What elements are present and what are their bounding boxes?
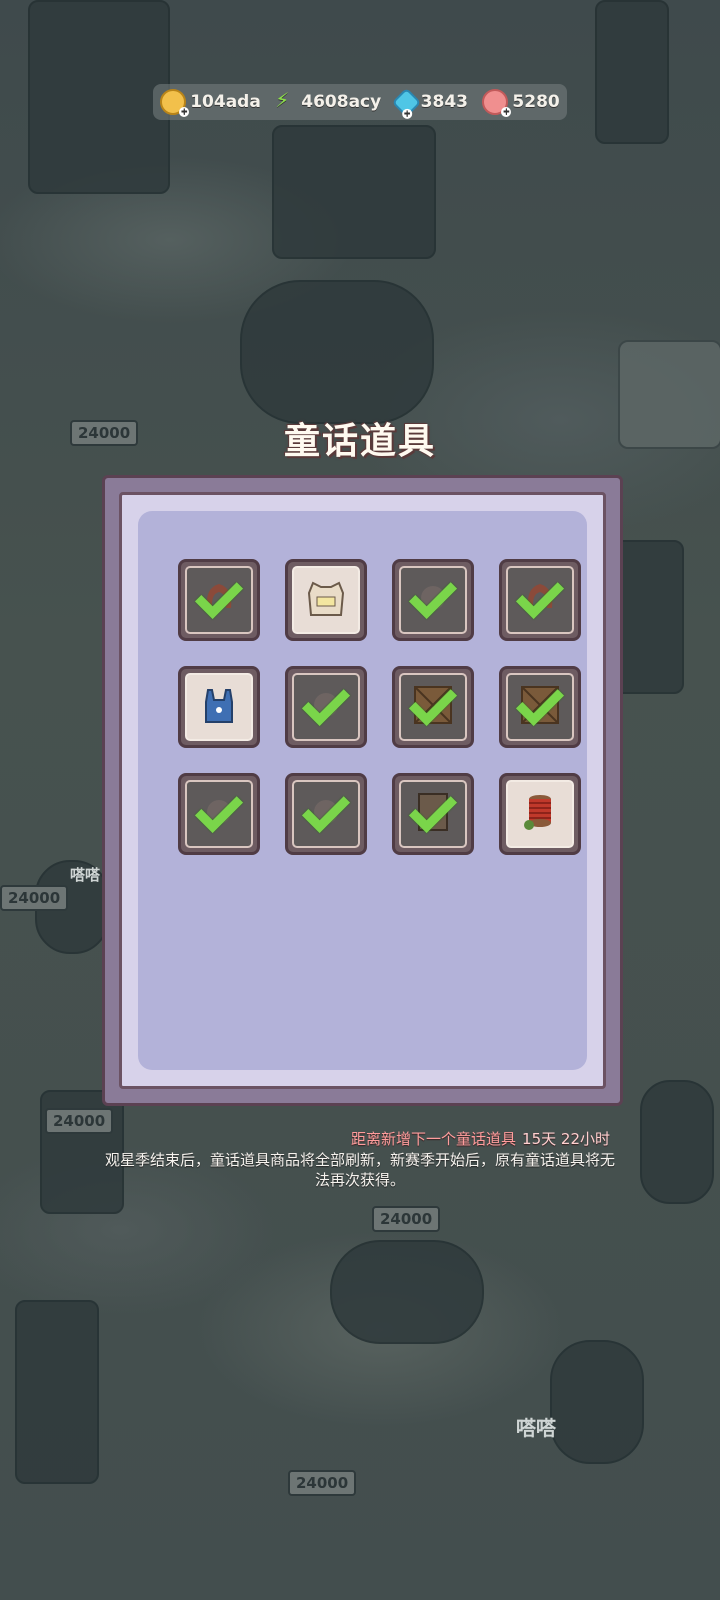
vest-icon — [303, 575, 349, 625]
item-slot[interactable] — [392, 773, 474, 855]
gem-icon: + — [391, 87, 422, 119]
page-title: 童话道具 — [283, 421, 436, 462]
item-slot[interactable] — [178, 666, 260, 748]
item-slot[interactable] — [285, 773, 367, 855]
item-slot-face — [506, 780, 574, 848]
item-slot-face — [185, 780, 253, 848]
item-slot[interactable] — [285, 559, 367, 641]
item-slot-face — [399, 780, 467, 848]
refresh-countdown: 距离新增下一个童话道具 15天 22小时 — [351, 1128, 610, 1149]
palm-tree — [240, 280, 434, 424]
shell-amount: 5280 — [512, 92, 560, 112]
shell-icon: + — [482, 89, 512, 117]
coin-amount: 104ada — [190, 92, 261, 112]
coin-icon: + — [160, 89, 190, 117]
telescope — [595, 0, 669, 144]
item-slot[interactable] — [499, 773, 581, 855]
energy-amount: 4608acy — [301, 92, 382, 112]
item-slot-face — [506, 673, 574, 741]
gem-amount: 3843 — [420, 92, 468, 112]
coin-currency[interactable]: + 104ada — [160, 89, 261, 117]
pumpkin-patch — [330, 1240, 484, 1344]
gem-currency[interactable]: + 3843 — [391, 87, 468, 119]
price-sign: 24000 — [0, 885, 69, 911]
overalls-icon — [196, 682, 242, 732]
season-notice: 观星季结束后，童话道具商品将全部刷新，新赛季开始后，原有童话道具将无法再次获得。 — [104, 1151, 615, 1189]
item-slot[interactable] — [392, 559, 474, 641]
item-slot-face — [185, 673, 253, 741]
item-slot[interactable] — [392, 666, 474, 748]
item-slot-face — [399, 673, 467, 741]
item-slot-face — [292, 780, 360, 848]
item-slot-face — [185, 566, 253, 634]
fairy-items-panel — [102, 475, 623, 1106]
item-slot-face — [399, 566, 467, 634]
item-slot[interactable] — [178, 773, 260, 855]
character — [640, 1080, 714, 1204]
price-sign: 24000 — [372, 1206, 441, 1232]
item-slot-face — [506, 566, 574, 634]
countdown-label: 距离新增下一个童话道具 — [351, 1130, 517, 1148]
energy-bolt-icon — [275, 88, 297, 113]
currency-bar: + 104ada 4608acy + 3843 + 5280 — [153, 84, 567, 120]
item-slot[interactable] — [499, 559, 581, 641]
price-sign: 24000 — [288, 1470, 357, 1496]
item-slot[interactable] — [178, 559, 260, 641]
panel-frame — [119, 492, 606, 1089]
thread-spool-icon — [517, 789, 563, 839]
shell-currency[interactable]: + 5280 — [482, 89, 560, 117]
notice-board — [272, 125, 436, 259]
item-slot[interactable] — [285, 666, 367, 748]
panel-content — [138, 511, 587, 1070]
chatter-label: 嗒嗒 — [70, 866, 101, 884]
item-grid — [178, 559, 581, 855]
item-slot-face — [292, 566, 360, 634]
chatter-label: 嗒嗒 — [516, 1416, 556, 1440]
energy-currency[interactable]: 4608acy — [275, 88, 382, 113]
claw-machine — [28, 0, 170, 194]
grinder — [15, 1300, 99, 1484]
price-sign: 24000 — [45, 1108, 114, 1134]
countdown-time: 15天 22小时 — [522, 1130, 610, 1148]
item-slot[interactable] — [499, 666, 581, 748]
character — [550, 1340, 644, 1464]
item-slot-face — [292, 673, 360, 741]
